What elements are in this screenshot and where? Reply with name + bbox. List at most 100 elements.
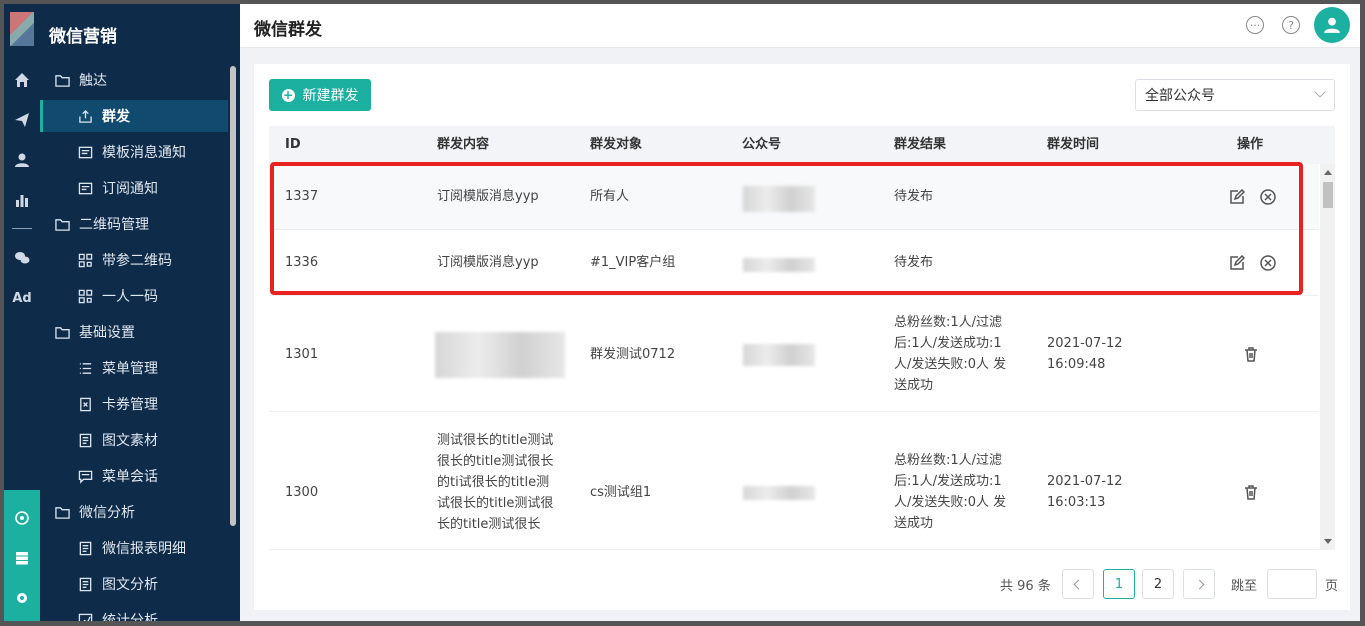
sidebar-item-9[interactable]: 卡券管理: [40, 388, 228, 420]
sidebar-item-13[interactable]: 微信报表明细: [40, 532, 228, 564]
content-redacted: [435, 332, 565, 378]
message-icon: [76, 179, 94, 197]
cell-id: 1336: [285, 255, 319, 270]
page-title: 微信群发: [254, 20, 322, 40]
jump-page-input[interactable]: [1267, 569, 1317, 599]
ad-icon[interactable]: Ad: [4, 286, 40, 310]
user-icon[interactable]: [4, 148, 40, 172]
sidebar-item-label: 图文素材: [102, 433, 158, 449]
sidebar: 微信营销 触达群发模板消息通知订阅通知二维码管理带参二维码一人一码基础设置菜单管…: [40, 4, 240, 621]
new-broadcast-button[interactable]: + 新建群发: [269, 79, 371, 111]
prev-page-button[interactable]: [1062, 569, 1094, 599]
table-header: ID 群发内容 群发对象 公众号 群发结果 群发时间 操作: [269, 126, 1335, 164]
cell-result: 待发布: [894, 255, 934, 270]
cancel-icon[interactable]: [1260, 255, 1276, 271]
settings-icon[interactable]: [4, 586, 40, 610]
page-button-2[interactable]: 2: [1142, 569, 1174, 599]
col-actions: 操作: [1237, 137, 1264, 152]
account-redacted: [743, 486, 815, 500]
sidebar-item-label: 带参二维码: [102, 253, 172, 269]
sidebar-item-5[interactable]: 带参二维码: [40, 244, 228, 276]
scroll-up-arrow-icon[interactable]: [1324, 170, 1332, 175]
sidebar-item-label: 微信分析: [79, 505, 135, 521]
chat-bubble-icon[interactable]: ···: [1246, 16, 1264, 34]
help-icon[interactable]: ?: [1282, 16, 1300, 34]
server-icon[interactable]: [4, 546, 40, 570]
coupon-icon: [76, 395, 94, 413]
app-title: 微信营销: [49, 27, 117, 47]
wechat-icon[interactable]: [4, 246, 40, 270]
jump-label: 跳至: [1231, 578, 1258, 594]
sidebar-item-label: 基础设置: [79, 325, 135, 341]
plus-circle-icon: +: [281, 87, 295, 102]
sidebar-item-15[interactable]: 统计分析: [40, 604, 228, 621]
sidebar-item-10[interactable]: 图文素材: [40, 424, 228, 456]
cell-result: 待发布: [894, 189, 934, 204]
sidebar-item-label: 订阅通知: [102, 181, 158, 197]
sidebar-item-6[interactable]: 一人一码: [40, 280, 228, 312]
chevron-down-icon: [1314, 86, 1326, 98]
home-icon[interactable]: [4, 68, 40, 92]
sidebar-item-3[interactable]: 订阅通知: [40, 172, 228, 204]
sidebar-item-label: 图文分析: [102, 577, 158, 593]
sidebar-item-2[interactable]: 模板消息通知: [40, 136, 228, 168]
user-avatar-icon: [1324, 17, 1340, 33]
col-target: 群发对象: [590, 137, 643, 152]
avatar[interactable]: [1314, 7, 1350, 43]
sidebar-item-14[interactable]: 图文分析: [40, 568, 228, 600]
doc-icon: [76, 431, 94, 449]
table-row: 1300 测试很长的title测试很长的title测试很长的ti试很长的titl…: [269, 412, 1319, 550]
sidebar-scrollbar[interactable]: [230, 66, 236, 526]
hub-icon[interactable]: [4, 506, 40, 530]
col-result: 群发结果: [894, 137, 947, 152]
doc-icon: [76, 575, 94, 593]
scroll-thumb[interactable]: [1323, 182, 1333, 208]
sidebar-item-8[interactable]: 菜单管理: [40, 352, 228, 384]
scroll-down-arrow-icon[interactable]: [1324, 539, 1332, 544]
account-select[interactable]: 全部公众号: [1135, 79, 1335, 111]
sidebar-item-label: 一人一码: [102, 289, 158, 305]
cell-target: #1_VIP客户组: [590, 255, 676, 270]
trash-icon[interactable]: [1243, 346, 1259, 362]
bar-chart-icon[interactable]: [4, 188, 40, 212]
content-card: + 新建群发 全部公众号 ID 群发内容 群发对象 公众号 群发结果 群发时间 …: [254, 64, 1350, 610]
send-icon[interactable]: [4, 108, 40, 132]
sidebar-item-label: 统计分析: [102, 613, 158, 621]
folder-icon: [53, 71, 71, 89]
pagination-total: 共 96 条: [1000, 578, 1051, 594]
cancel-icon[interactable]: [1260, 189, 1276, 205]
doc-icon: [76, 539, 94, 557]
account-redacted: [743, 186, 815, 212]
account-redacted: [743, 344, 815, 366]
sidebar-group-4[interactable]: 二维码管理: [40, 208, 228, 240]
cell-id: 1337: [285, 189, 319, 204]
app-window: Ad 微信营销 触达群发模板消息通知订阅通知二维码管理带参二维码一人一码基础设置…: [4, 4, 1360, 621]
folder-icon: [53, 323, 71, 341]
top-header: 微信群发 ··· ?: [240, 4, 1360, 48]
sidebar-item-11[interactable]: 菜单会话: [40, 460, 228, 492]
sidebar-item-1[interactable]: 群发: [40, 100, 228, 132]
sidebar-item-label: 二维码管理: [79, 217, 149, 233]
edit-icon[interactable]: [1229, 254, 1246, 271]
col-id: ID: [285, 137, 301, 152]
cell-time: 2021-07-12 16:03:13: [1047, 474, 1123, 510]
next-page-button[interactable]: [1183, 569, 1215, 599]
edit-icon[interactable]: [1229, 188, 1246, 205]
cell-target: cs测试组1: [590, 485, 652, 500]
rail-divider: [12, 228, 32, 229]
sidebar-group-0[interactable]: 触达: [40, 64, 228, 96]
sidebar-group-7[interactable]: 基础设置: [40, 316, 228, 348]
qrcode-icon: [76, 251, 94, 269]
sidebar-item-label: 触达: [79, 73, 107, 89]
table-scrollbar[interactable]: [1320, 164, 1335, 550]
page-button-1[interactable]: 1: [1103, 569, 1135, 599]
col-account: 公众号: [742, 137, 782, 152]
folder-icon: [53, 503, 71, 521]
sidebar-group-12[interactable]: 微信分析: [40, 496, 228, 528]
account-select-value: 全部公众号: [1145, 88, 1215, 104]
app-logo: [10, 12, 34, 46]
chevron-left-icon: [1073, 579, 1083, 589]
trash-icon[interactable]: [1243, 484, 1259, 500]
col-content: 群发内容: [437, 137, 490, 152]
sidebar-item-label: 卡券管理: [102, 397, 158, 413]
